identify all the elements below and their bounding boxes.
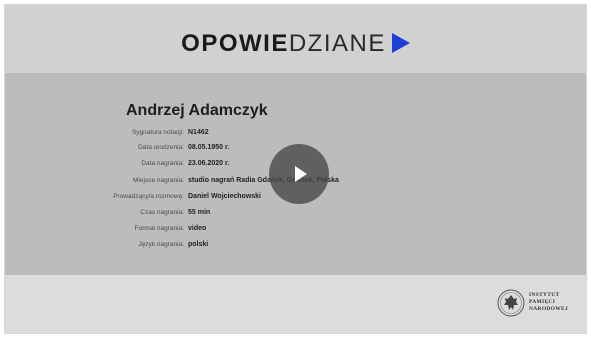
detail-row: Język nagrania: polski xyxy=(90,239,490,251)
detail-row: Sygnatura notacji: N1462 xyxy=(90,127,490,139)
detail-label: Data nagrania: xyxy=(141,160,184,167)
detail-value: 55 min xyxy=(188,209,211,216)
opowiedziane-logo: OPOWIEDZIANE xyxy=(5,29,586,59)
detail-row: Format nagrania: video xyxy=(90,223,490,235)
play-icon xyxy=(295,166,307,182)
detail-row: Czas nagrania: 55 min xyxy=(90,207,490,219)
play-triangle-icon xyxy=(391,32,410,53)
logo-light-text: DZIANE xyxy=(288,30,386,57)
detail-label: Język nagrania: xyxy=(138,241,184,248)
person-name: Andrzej Adamczyk xyxy=(126,102,268,119)
detail-label: Data urodzenia: xyxy=(138,144,184,151)
detail-label: Czas nagrania: xyxy=(140,209,184,216)
detail-value: 23.06.2020 r. xyxy=(188,160,230,167)
ipn-logo: INSTYTUT PAMIĘCI NARODOWEJ xyxy=(497,289,587,329)
logo-bold-text: OPOWIE xyxy=(181,30,289,57)
detail-label: Miejsce nagrania: xyxy=(133,177,184,184)
ipn-line-3: NARODOWEJ xyxy=(529,306,569,312)
detail-value: Daniel Wojciechowski xyxy=(188,193,262,200)
detail-value: polski xyxy=(188,241,209,248)
detail-value: N1462 xyxy=(188,129,209,136)
detail-value: 08.05.1950 r. xyxy=(188,144,230,151)
play-button[interactable] xyxy=(269,144,329,204)
detail-label: Prowadzący/a rozmowę: xyxy=(113,193,184,200)
ipn-seal-icon xyxy=(497,289,525,317)
detail-label: Sygnatura notacji: xyxy=(131,129,184,136)
ipn-line-2: PAMIĘCI xyxy=(529,299,556,305)
ipn-line-1: INSTYTUT xyxy=(529,292,560,298)
detail-label: Format nagrania: xyxy=(134,225,185,232)
header-band: OPOWIEDZIANE xyxy=(5,5,586,73)
detail-value: video xyxy=(188,225,207,232)
ipn-text: INSTYTUT PAMIĘCI NARODOWEJ xyxy=(529,292,568,313)
